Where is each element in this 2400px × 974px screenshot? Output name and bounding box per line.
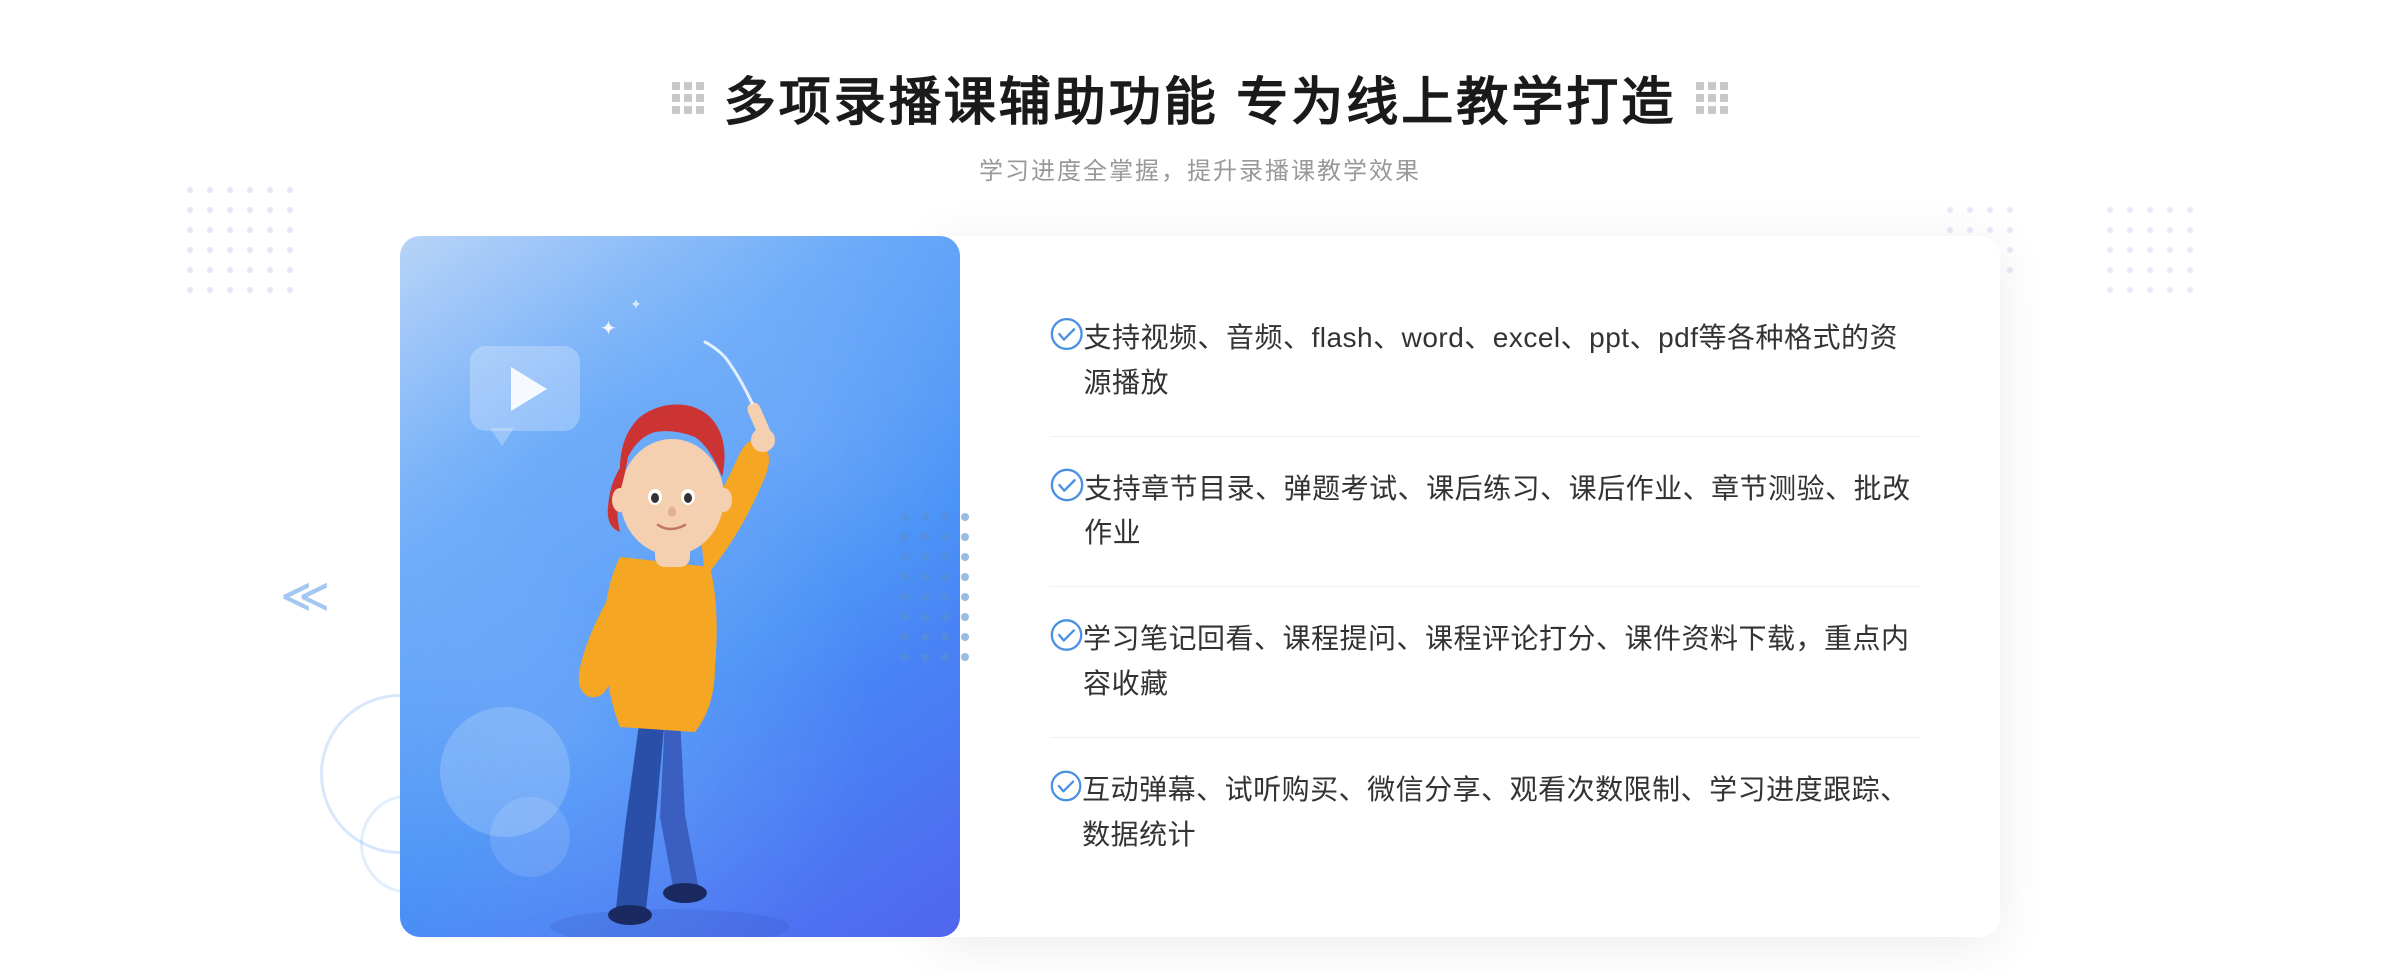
feature-item-2: 支持章节目录、弹题考试、课后练习、课后作业、章节测验、批改作业 <box>1050 437 1920 588</box>
title-row: 多项录播课辅助功能 专为线上教学打造 <box>672 60 1728 135</box>
check-icon-3 <box>1050 617 1083 653</box>
page-container: ≪ 多项录播课辅助功能 <box>0 0 2400 974</box>
chevron-arrows-left: ≪ <box>280 568 320 624</box>
check-icon-2 <box>1050 467 1084 503</box>
header-section: 多项录播课辅助功能 专为线上教学打造 学习进度全掌握，提升录播课教学效果 <box>672 60 1728 186</box>
character-illustration <box>500 337 840 937</box>
feature-item-1: 支持视频、音频、flash、word、excel、ppt、pdf等各种格式的资源… <box>1050 286 1920 437</box>
check-icon-1 <box>1050 316 1083 352</box>
feature-text-1: 支持视频、音频、flash、word、excel、ppt、pdf等各种格式的资源… <box>1083 316 1920 406</box>
feature-text-4: 互动弹幕、试听购买、微信分享、观看次数限制、学习进度跟踪、数据统计 <box>1082 768 1920 858</box>
illustration-dots-pattern <box>895 507 975 667</box>
feature-item-4: 互动弹幕、试听购买、微信分享、观看次数限制、学习进度跟踪、数据统计 <box>1050 738 1920 888</box>
feature-item-3: 学习笔记回看、课程提问、课程评论打分、课件资料下载，重点内容收藏 <box>1050 587 1920 738</box>
bg-dots-left-top <box>180 180 300 300</box>
title-dots-left <box>672 82 704 114</box>
bg-dots-right-top <box>2100 200 2200 300</box>
subtitle: 学习进度全掌握，提升录播课教学效果 <box>672 151 1728 186</box>
illustration-panel: ✦ ✦ <box>400 236 960 937</box>
feature-text-2: 支持章节目录、弹题考试、课后练习、课后作业、章节测验、批改作业 <box>1084 467 1920 557</box>
panels-wrapper: ✦ ✦ <box>400 236 2000 937</box>
title-dots-right <box>1696 82 1728 114</box>
sparkle-2: ✦ <box>630 296 642 313</box>
main-title: 多项录播课辅助功能 专为线上教学打造 <box>724 60 1676 135</box>
check-icon-4 <box>1050 768 1082 804</box>
feature-text-3: 学习笔记回看、课程提问、课程评论打分、课件资料下载，重点内容收藏 <box>1083 617 1920 707</box>
features-panel: 支持视频、音频、flash、word、excel、ppt、pdf等各种格式的资源… <box>930 236 2000 937</box>
